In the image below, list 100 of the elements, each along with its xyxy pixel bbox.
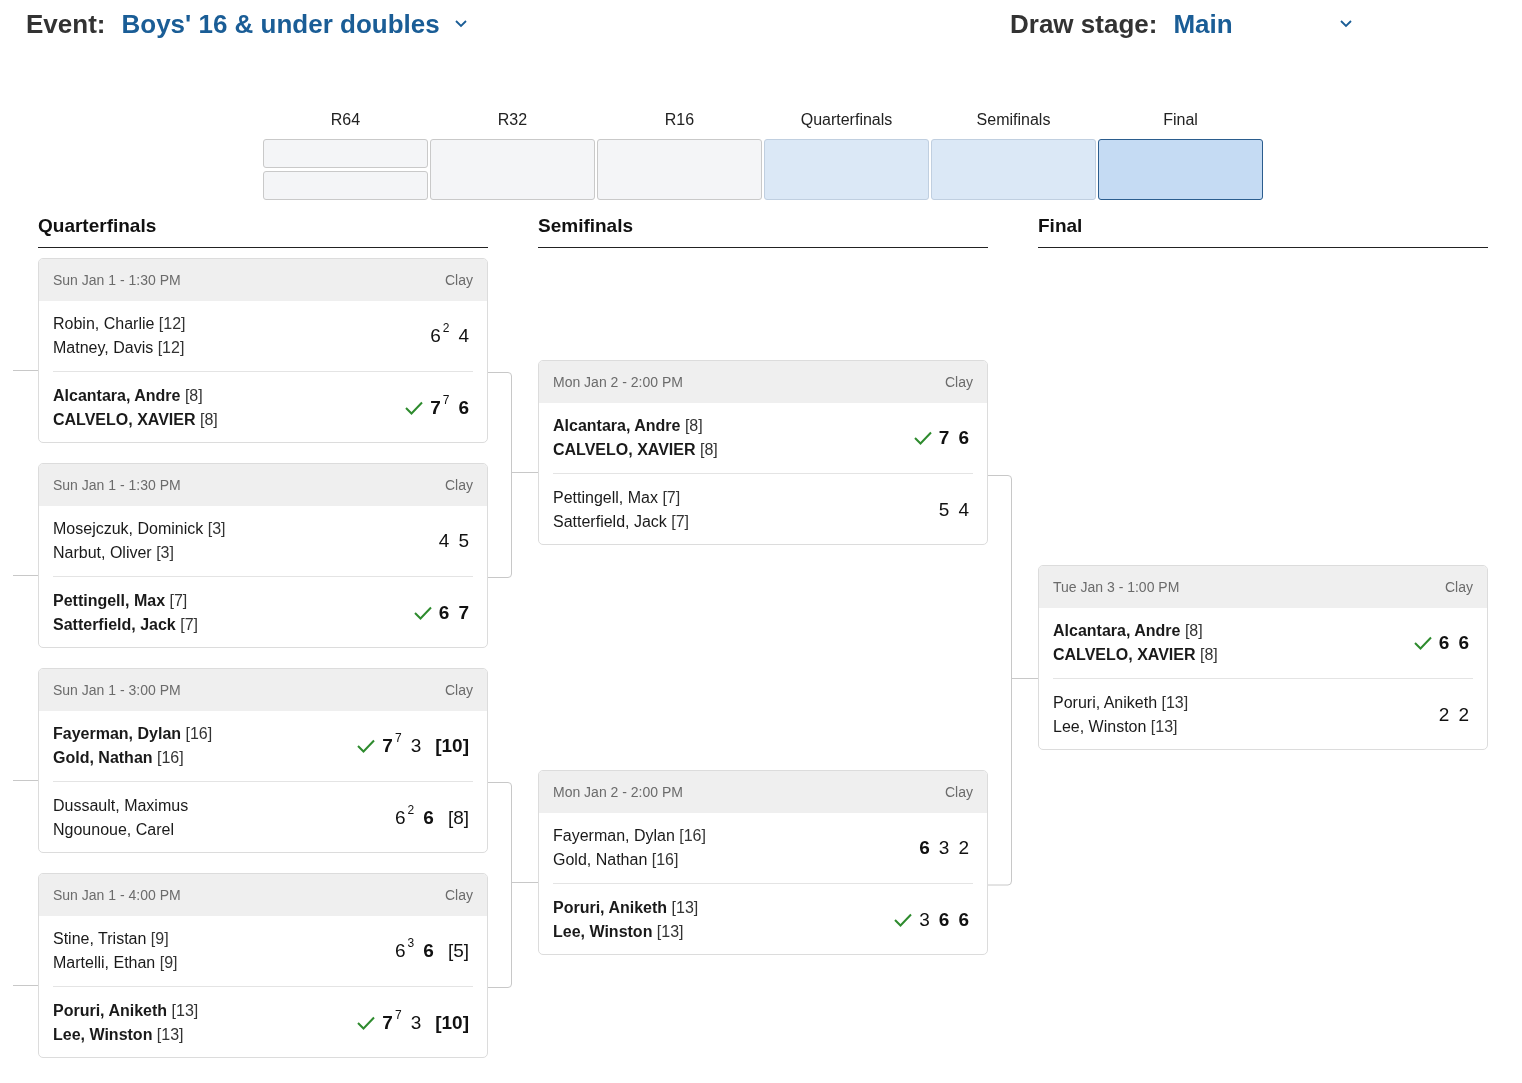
player-name: Ngounoue, Carel — [53, 819, 175, 840]
set-score: 7$^{7}$ — [382, 1010, 402, 1035]
checkmark-icon — [1412, 635, 1433, 651]
round-label: R16 — [663, 110, 696, 128]
match-time: Sun Jan 1 - 4:00 PM — [53, 885, 181, 905]
checkmark-icon — [404, 399, 425, 416]
player-name: Matney, Davis [12] — [53, 338, 186, 358]
round-label: Quarterfinals — [799, 110, 894, 128]
set-score: 2 — [958, 836, 969, 860]
player-name: Lee, Winston [13] — [53, 1024, 185, 1045]
court-surface: Clay — [445, 885, 473, 905]
court-surface: Clay — [445, 475, 473, 495]
player-name: Poruri, Aniketh [13] — [53, 1000, 199, 1021]
set-score: 6 — [423, 939, 434, 963]
chevron-down-icon — [1339, 19, 1354, 29]
player-name: Narbut, Oliver [3] — [53, 543, 175, 563]
player-name: Lee, Winston [13] — [553, 921, 685, 942]
round-heading: Quarterfinals — [38, 214, 157, 238]
court-surface: Clay — [445, 680, 473, 700]
set-score: [5] — [447, 939, 469, 963]
set-score: 6 — [438, 600, 450, 625]
player-name: Lee, Winston [13] — [1053, 716, 1179, 737]
draw-stage-label: Draw stage: — [1010, 7, 1158, 41]
set-score: 6$^{3}$ — [395, 939, 415, 963]
set-score: 3 — [410, 1010, 422, 1035]
set-score: 6 — [938, 907, 950, 932]
court-surface: Clay — [1445, 577, 1473, 597]
checkmark-icon — [356, 1014, 377, 1031]
set-score: [10] — [435, 1010, 469, 1035]
player-name: Pettingell, Max [7] — [553, 487, 682, 508]
set-score: 4 — [438, 529, 450, 553]
set-score: 6 — [958, 426, 969, 450]
player-name: Poruri, Aniketh [13] — [1053, 692, 1189, 713]
set-score: 7$^{7}$ — [382, 734, 402, 758]
event-dropdown[interactable]: Boys' 16 & under doubles — [121, 4, 468, 44]
match-time: Mon Jan 2 - 2:00 PM — [553, 372, 683, 392]
set-score: 6$^{2}$ — [430, 324, 450, 348]
player-name: CALVELO, XAVIER [8] — [553, 440, 718, 460]
bracket-line — [13, 370, 38, 371]
round-heading: Final — [1038, 214, 1083, 238]
set-score: 6 — [423, 805, 434, 830]
player-name: Fayerman, Dylan [16] — [53, 724, 213, 744]
match-time: Tue Jan 3 - 1:00 PM — [1053, 577, 1180, 597]
player-name: Robin, Charlie [12] — [53, 314, 186, 334]
set-score: 3 — [938, 836, 950, 860]
player-name: Fayerman, Dylan [16] — [553, 826, 706, 846]
set-score: 6 — [919, 836, 930, 860]
set-score: 6 — [458, 395, 469, 420]
player-name: Alcantara, Andre [8] — [1053, 621, 1204, 641]
set-score: 2 — [1438, 702, 1450, 727]
player-name: Stine, Tristan [9] — [53, 929, 170, 949]
court-surface: Clay — [445, 270, 473, 290]
player-name: Gold, Nathan [16] — [553, 850, 680, 870]
player-name: Satterfield, Jack [7] — [553, 511, 690, 532]
player-name: Alcantara, Andre [8] — [53, 385, 204, 406]
checkmark-icon — [893, 911, 914, 928]
round-tab[interactable] — [1098, 139, 1263, 200]
bracket-line — [13, 575, 38, 576]
set-score: 5 — [938, 497, 950, 522]
player-name: Satterfield, Jack [7] — [53, 614, 198, 635]
set-score: [10] — [435, 734, 469, 758]
set-score: 3 — [410, 734, 422, 758]
event-label: Event: — [26, 7, 106, 41]
player-name: Martelli, Ethan [9] — [53, 953, 178, 973]
round-label: R64 — [329, 110, 362, 128]
player-name: Pettingell, Max [7] — [53, 590, 189, 611]
set-score: 7 — [938, 426, 950, 450]
player-name: Gold, Nathan [16] — [53, 748, 185, 768]
player-name: Poruri, Aniketh [13] — [553, 897, 699, 918]
set-score: 6 — [1438, 631, 1450, 655]
set-score: 2 — [1458, 702, 1469, 727]
chevron-down-icon — [453, 19, 468, 29]
court-surface: Clay — [945, 372, 973, 392]
set-score: 6$^{2}$ — [395, 805, 415, 830]
player-name: CALVELO, XAVIER [8] — [1053, 645, 1218, 665]
set-score: 7$^{7}$ — [430, 395, 450, 420]
round-label: Semifinals — [975, 110, 1052, 128]
checkmark-icon — [412, 604, 433, 621]
draw-stage-dropdown[interactable]: Main — [1173, 4, 1354, 44]
set-score: 3 — [919, 907, 930, 932]
court-surface: Clay — [945, 782, 973, 802]
match-time: Sun Jan 1 - 1:30 PM — [53, 270, 181, 290]
set-score: 6 — [958, 907, 969, 932]
player-name: Mosejczuk, Dominick [3] — [53, 519, 226, 539]
bracket-line — [13, 780, 38, 781]
round-label: R32 — [496, 110, 529, 128]
match-time: Mon Jan 2 - 2:00 PM — [553, 782, 683, 802]
set-score: 4 — [958, 497, 969, 522]
set-score: [8] — [447, 805, 469, 830]
player-name: Dussault, Maximus — [53, 795, 189, 816]
round-heading: Semifinals — [538, 214, 634, 238]
set-score: 6 — [1458, 631, 1469, 655]
checkmark-icon — [912, 430, 933, 446]
set-score: 5 — [458, 529, 469, 553]
set-score: 7 — [458, 600, 469, 625]
match-time: Sun Jan 1 - 3:00 PM — [53, 680, 181, 700]
checkmark-icon — [356, 738, 377, 754]
match-time: Sun Jan 1 - 1:30 PM — [53, 475, 181, 495]
set-score: 4 — [458, 324, 469, 348]
player-name: Alcantara, Andre [8] — [553, 416, 704, 436]
